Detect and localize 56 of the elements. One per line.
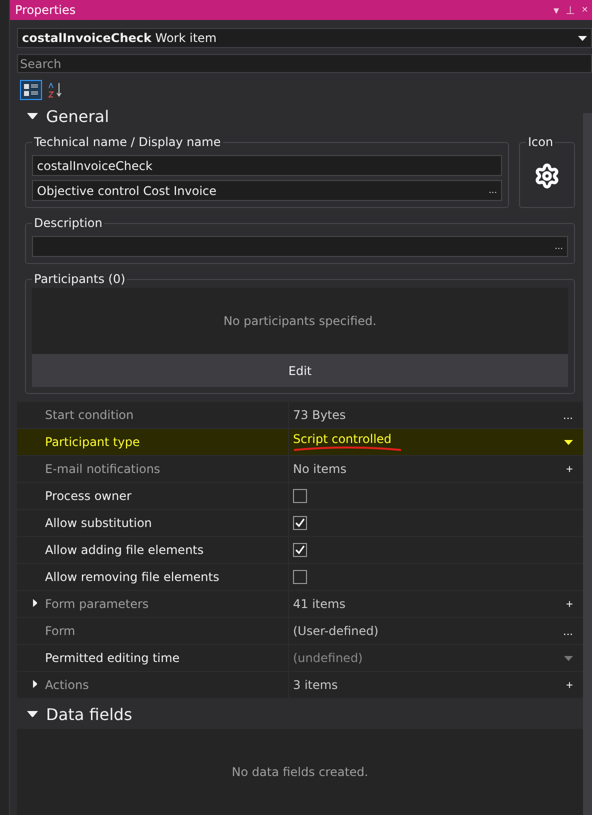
- group-legend: Technical name / Display name: [32, 135, 223, 149]
- object-selector[interactable]: costalInvoiceCheck Work item: [17, 28, 592, 48]
- title-button[interactable]: ×: [582, 4, 588, 16]
- property-value: 73 Bytes: [293, 408, 346, 422]
- checkbox[interactable]: [293, 543, 307, 557]
- dropdown-value[interactable]: Script controlled: [293, 432, 403, 446]
- property-label: Permitted editing time: [45, 651, 180, 665]
- view-toggle[interactable]: [20, 80, 42, 100]
- property-value: (User-defined): [293, 624, 378, 638]
- checkbox[interactable]: [293, 516, 307, 530]
- ellipsis-button[interactable]: ...: [554, 241, 563, 252]
- group-legend: Participants (0): [32, 272, 128, 286]
- add-button[interactable]: +: [566, 597, 573, 611]
- edit-button[interactable]: Edit: [32, 354, 568, 387]
- property-label: Process owner: [45, 489, 132, 503]
- categorized-view-icon: [23, 82, 39, 98]
- property-label: E-mail notifications: [45, 462, 160, 476]
- caret-right-icon: [32, 680, 38, 688]
- empty-message: No participants specified.: [32, 288, 568, 354]
- add-button[interactable]: +: [566, 462, 573, 476]
- caret-down-icon: [27, 710, 38, 718]
- property-label: Participant type: [45, 435, 140, 449]
- caret-right-icon: [32, 599, 38, 607]
- add-button[interactable]: +: [566, 678, 573, 692]
- checkbox[interactable]: [293, 489, 307, 503]
- description-field[interactable]: ...: [32, 236, 568, 257]
- checkbox[interactable]: [293, 570, 307, 584]
- search-field[interactable]: Search: [17, 54, 592, 73]
- ellipsis-button[interactable]: ...: [488, 185, 497, 196]
- settings-icon[interactable]: [534, 163, 560, 189]
- ellipsis-button[interactable]: ...: [562, 408, 573, 422]
- title-button[interactable]: ▾: [554, 4, 560, 16]
- property-label: Actions: [45, 678, 89, 692]
- group-legend: Description: [32, 216, 104, 230]
- technical-name-field[interactable]: costalInvoiceCheck: [32, 155, 502, 176]
- property-label: Form parameters: [45, 597, 149, 611]
- ellipsis-button[interactable]: ...: [562, 624, 573, 638]
- property-label: Form: [45, 624, 76, 638]
- property-label: Allow adding file elements: [45, 543, 204, 557]
- panel-title: Properties: [15, 3, 76, 17]
- property-value: 3 items: [293, 678, 338, 692]
- title-button[interactable]: ⊥: [566, 4, 576, 16]
- display-name-field[interactable]: Objective control Cost Invoice ...: [32, 180, 502, 201]
- caret-icon: [564, 440, 573, 444]
- caret-down-icon: [27, 112, 38, 120]
- property-value: 41 items: [293, 597, 346, 611]
- caret-icon: [564, 656, 573, 660]
- group-legend: Icon: [526, 135, 556, 149]
- property-label: Allow substitution: [45, 516, 152, 530]
- property-value: No items: [293, 462, 346, 476]
- dropdown-value[interactable]: (undefined): [293, 651, 363, 665]
- empty-message: No data fields created.: [17, 729, 583, 815]
- property-label: Allow removing file elements: [45, 570, 220, 584]
- property-label: Start condition: [45, 408, 134, 422]
- sort-icon: [48, 82, 62, 98]
- caret-icon: [578, 36, 587, 40]
